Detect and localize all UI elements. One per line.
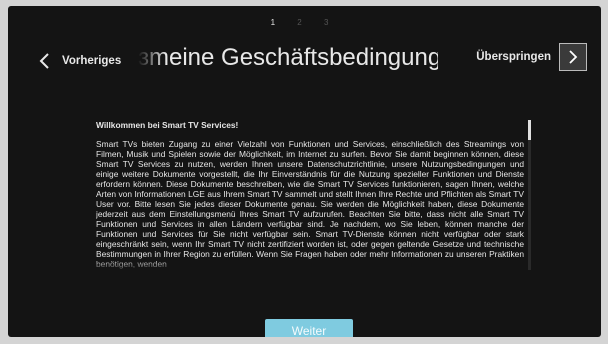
next-button[interactable]: Weiter bbox=[265, 319, 353, 337]
page-indicator: 1 2 3 bbox=[8, 18, 601, 27]
page-title: ɜmeine Geschäftsbedingungen bbox=[138, 44, 438, 72]
page-indicator-2: 2 bbox=[297, 18, 312, 27]
skip-button-label: Überspringen bbox=[476, 51, 551, 63]
terms-scrollbar[interactable] bbox=[528, 120, 531, 270]
page-title-text: ɜmeine Geschäftsbedingungen bbox=[138, 44, 438, 71]
terms-heading: Willkommen bei Smart TV Services! bbox=[96, 120, 239, 130]
chevron-left-icon bbox=[39, 53, 49, 69]
terms-text-area[interactable]: Willkommen bei Smart TV Services! Smart … bbox=[96, 120, 524, 273]
skip-arrow-box bbox=[559, 43, 587, 71]
page-indicator-3: 3 bbox=[323, 18, 339, 27]
page-indicator-1: 1 bbox=[270, 18, 286, 27]
title-fade bbox=[138, 44, 166, 72]
skip-button[interactable]: Überspringen bbox=[476, 43, 587, 71]
terms-body: Smart TVs bieten Zugang zu einer Vielzah… bbox=[96, 139, 524, 269]
scrollbar-thumb[interactable] bbox=[528, 120, 531, 140]
back-button-label: Vorheriges bbox=[62, 55, 122, 67]
tv-screen: 1 2 3 Vorheriges ɜmeine Geschäftsbedingu… bbox=[8, 6, 601, 337]
back-button[interactable]: Vorheriges bbox=[36, 48, 121, 74]
chevron-right-icon bbox=[569, 50, 578, 64]
terms-fadeout bbox=[96, 259, 524, 273]
